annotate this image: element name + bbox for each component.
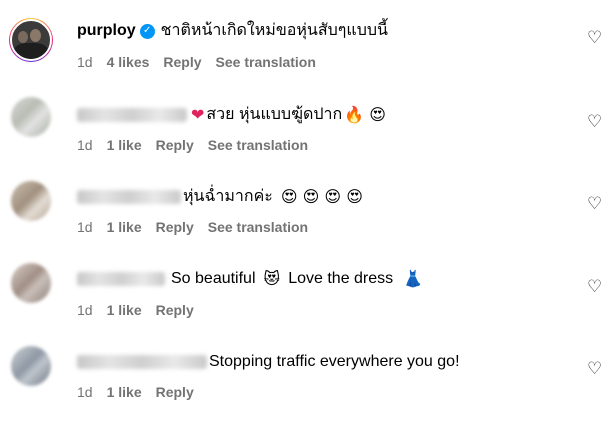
verified-badge-icon: ✓ [139, 23, 155, 39]
likes-count[interactable]: 1 like [107, 384, 142, 400]
emoji-heart: ❤ [191, 105, 205, 124]
heart-outline-icon[interactable]: ♡ [587, 30, 603, 47]
comment-text: หุ่นฉ่ำมากค่ะ [183, 188, 273, 205]
comment-time: 1d [77, 137, 93, 153]
avatar[interactable] [11, 263, 51, 303]
see-translation-button[interactable]: See translation [216, 54, 316, 70]
blurred-username [77, 355, 207, 369]
comment-text: สวย หุ่นแบบฆู้ดปาก [206, 106, 343, 123]
emoji-dress: 👗 [403, 269, 424, 288]
reply-button[interactable]: Reply [156, 302, 194, 318]
reply-button[interactable]: Reply [163, 54, 201, 70]
comment-time: 1d [77, 54, 93, 70]
heart-outline-icon[interactable]: ♡ [587, 279, 603, 296]
likes-count[interactable]: 1 like [107, 302, 142, 318]
blurred-username [77, 272, 165, 286]
comment-time: 1d [77, 302, 93, 318]
avatar[interactable] [11, 346, 51, 386]
see-translation-button[interactable]: See translation [208, 137, 308, 153]
blurred-username [77, 108, 187, 122]
likes-count[interactable]: 4 likes [107, 54, 150, 70]
comment-text: ชาติหน้าเกิดใหม่ขอหุ่นสับๆแบบนี้ [160, 22, 388, 39]
heart-outline-icon[interactable]: ♡ [587, 196, 603, 213]
likes-count[interactable]: 1 like [107, 137, 142, 153]
reply-button[interactable]: Reply [156, 137, 194, 153]
emoji-cat-heart-eyes: 😻 [263, 269, 281, 288]
comment-text-2: Love the dress [288, 270, 394, 287]
comment-time: 1d [77, 384, 93, 400]
username[interactable]: purploy [77, 20, 136, 42]
emoji-heart-eyes: 😍 😍 😍 😍 [280, 187, 363, 206]
avatar[interactable] [11, 97, 51, 137]
comment-text: Stopping traffic everywhere you go! [209, 353, 460, 370]
blurred-username [77, 190, 181, 204]
reply-button[interactable]: Reply [156, 384, 194, 400]
reply-button[interactable]: Reply [156, 219, 194, 235]
comment-text: So beautiful [171, 270, 256, 287]
heart-outline-icon[interactable]: ♡ [587, 114, 603, 131]
see-translation-button[interactable]: See translation [208, 219, 308, 235]
avatar[interactable] [11, 181, 51, 221]
likes-count[interactable]: 1 like [107, 219, 142, 235]
avatar[interactable] [9, 18, 53, 62]
comment-time: 1d [77, 219, 93, 235]
emoji-fire-heart-eyes: 🔥 😍 [344, 105, 386, 124]
heart-outline-icon[interactable]: ♡ [587, 361, 603, 378]
